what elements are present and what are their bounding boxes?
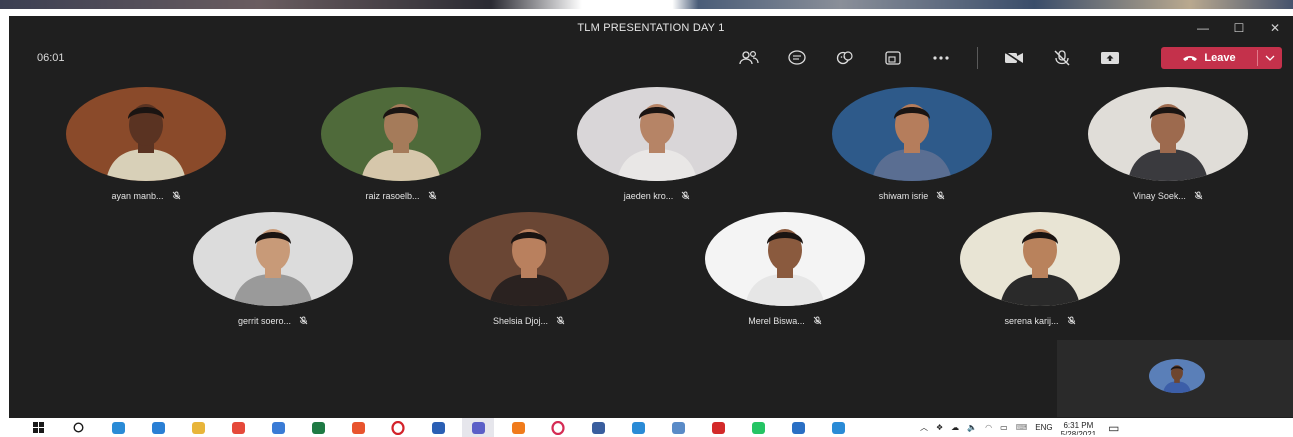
eye-icon[interactable] [582, 418, 614, 437]
onedrive-icon[interactable]: ☁ [951, 423, 959, 432]
search-icon[interactable] [62, 418, 94, 437]
participant-tile[interactable]: Vinay Soek... [1088, 87, 1248, 205]
participant-tile[interactable]: Merel Biswa... [705, 212, 865, 330]
firefox-icon[interactable] [502, 418, 534, 437]
meeting-toolbar: 06:01 Leave [9, 40, 1293, 76]
acrobat-icon[interactable] [702, 418, 734, 437]
muted-mic-icon [1194, 191, 1203, 202]
avatar [832, 87, 992, 181]
battery-icon[interactable]: ▭ [1000, 423, 1008, 432]
mail-icon[interactable] [782, 418, 814, 437]
avatar [960, 212, 1120, 306]
avatar [193, 212, 353, 306]
clock-date: 5/28/2021 [1060, 429, 1097, 435]
opera-gx-icon[interactable] [542, 418, 574, 437]
volume-icon[interactable]: 🔈 [967, 423, 977, 432]
participant-tile[interactable]: ayan manb... [66, 87, 226, 205]
excel-icon[interactable] [302, 418, 334, 437]
self-avatar [1149, 359, 1205, 393]
meeting-title: TLM PRESENTATION DAY 1 [577, 22, 725, 34]
participant-tile[interactable]: serena karij... [960, 212, 1120, 330]
participant-tile[interactable]: raiz rasoelb... [321, 87, 481, 205]
participant-name: jaeden kro... [623, 191, 674, 201]
rooms-icon[interactable] [881, 46, 905, 70]
file-explorer-icon[interactable] [182, 418, 214, 437]
people-icon[interactable] [737, 46, 761, 70]
reactions-icon[interactable] [833, 46, 857, 70]
whatsapp-icon[interactable] [742, 418, 774, 437]
muted-mic-icon [428, 191, 437, 202]
language-indicator[interactable]: ENG [1035, 423, 1052, 432]
participant-name: Vinay Soek... [1133, 191, 1186, 201]
participant-name: Shelsia Djoj... [492, 316, 549, 326]
participant-name: Merel Biswa... [748, 316, 805, 326]
windows-start-icon[interactable] [22, 418, 54, 437]
clock[interactable]: 6:31 PM 5/28/2021 [1061, 421, 1097, 435]
dropbox-icon[interactable]: ❖ [936, 423, 943, 432]
wifi-icon[interactable]: ◠ [985, 423, 992, 432]
muted-mic-icon [936, 191, 945, 202]
keyboard-icon[interactable]: ⌨ [1016, 423, 1028, 432]
avatar [66, 87, 226, 181]
participant-name: shiwam isrie [878, 191, 929, 201]
participant-name: raiz rasoelb... [365, 191, 420, 201]
chevron-down-icon[interactable] [1258, 55, 1282, 61]
taskbar-apps [22, 418, 862, 437]
chrome-icon[interactable] [222, 418, 254, 437]
participant-tile[interactable]: Shelsia Djoj... [449, 212, 609, 330]
brave-icon[interactable] [342, 418, 374, 437]
participant-name: ayan manb... [111, 191, 164, 201]
participant-name: serena karij... [1004, 316, 1059, 326]
background-photo-strip [0, 0, 1293, 9]
avatar [705, 212, 865, 306]
close-button[interactable]: ✕ [1257, 21, 1293, 35]
chat-icon[interactable] [785, 46, 809, 70]
teams-icon[interactable] [462, 418, 494, 437]
bluetooth-icon[interactable] [662, 418, 694, 437]
settings-icon[interactable] [822, 418, 854, 437]
toolbar-actions [737, 45, 1146, 71]
participant-name: gerrit soero... [237, 316, 292, 326]
avatar [449, 212, 609, 306]
self-view-preview[interactable] [1057, 340, 1293, 417]
muted-mic-icon [299, 316, 308, 327]
avatar [321, 87, 481, 181]
leave-label: Leave [1204, 52, 1236, 64]
minimize-button[interactable]: — [1185, 21, 1221, 35]
meeting-timer: 06:01 [37, 52, 65, 64]
participant-tile[interactable]: shiwam isrie [832, 87, 992, 205]
camera-icon[interactable] [1002, 46, 1026, 70]
snip-icon[interactable] [622, 418, 654, 437]
participant-tile[interactable]: jaeden kro... [577, 87, 737, 205]
phone-hangup-icon [1183, 56, 1198, 61]
mic-icon[interactable] [1050, 46, 1074, 70]
notification-icon[interactable]: ▭ [1108, 421, 1119, 435]
calendar-icon[interactable] [262, 418, 294, 437]
muted-mic-icon [172, 191, 181, 202]
edge-icon[interactable] [102, 418, 134, 437]
muted-mic-icon [681, 191, 690, 202]
title-bar: TLM PRESENTATION DAY 1 — ☐ ✕ [9, 16, 1293, 40]
avatar [1088, 87, 1248, 181]
muted-mic-icon [556, 316, 565, 327]
maximize-button[interactable]: ☐ [1221, 21, 1257, 35]
system-tray: ︿ ❖ ☁ 🔈 ◠ ▭ ⌨ ENG 6:31 PM 5/28/2021 ▭ [920, 418, 1120, 437]
leave-main-button[interactable]: Leave [1161, 47, 1257, 69]
share-icon[interactable] [1098, 46, 1122, 70]
word-icon[interactable] [422, 418, 454, 437]
participant-tile[interactable]: gerrit soero... [193, 212, 353, 330]
leave-button[interactable]: Leave [1161, 47, 1282, 69]
muted-mic-icon [1067, 316, 1076, 327]
opera-icon[interactable] [382, 418, 414, 437]
window-controls: — ☐ ✕ [1185, 16, 1293, 40]
windows-taskbar: ︿ ❖ ☁ 🔈 ◠ ▭ ⌨ ENG 6:31 PM 5/28/2021 ▭ [0, 418, 1293, 437]
ie-icon[interactable] [142, 418, 174, 437]
avatar [577, 87, 737, 181]
clock-time: 6:31 PM [1063, 420, 1094, 430]
toolbar-divider [977, 47, 978, 69]
more-icon[interactable] [929, 46, 953, 70]
muted-mic-icon [813, 316, 822, 327]
teams-meeting-window: TLM PRESENTATION DAY 1 — ☐ ✕ 06:01 Leave… [9, 16, 1293, 418]
tray-chevron-icon[interactable]: ︿ [920, 422, 928, 433]
